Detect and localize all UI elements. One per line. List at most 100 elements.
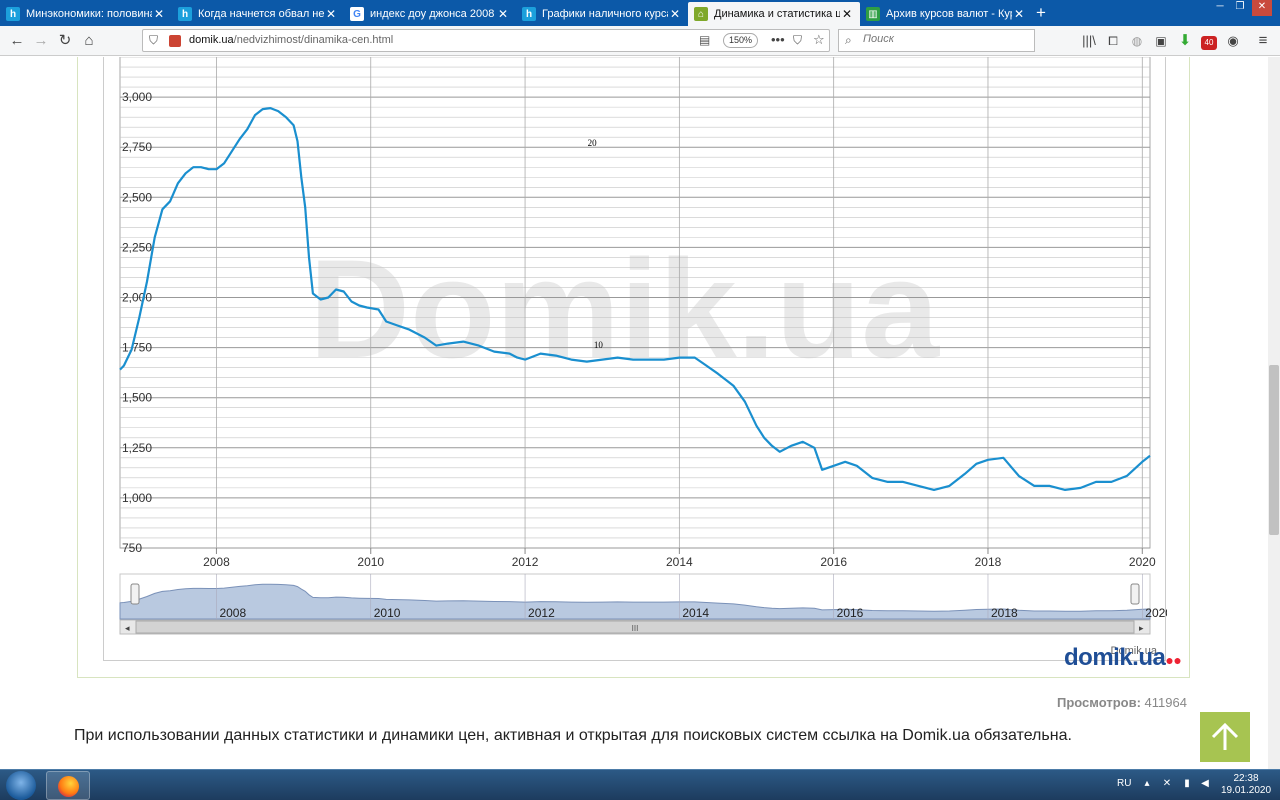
tab-title: Минэкономики: половина укр [26, 8, 152, 20]
y-tick-label: 1,500 [122, 391, 152, 405]
account-icon[interactable]: ◉ [1222, 31, 1244, 51]
browser-tab[interactable]: h Когда начнется обвал нереал✕ [172, 2, 344, 26]
sidebar-icon[interactable]: ⧠ [1102, 31, 1124, 51]
reload-button[interactable]: ↻ [54, 31, 76, 51]
scroll-right-icon[interactable]: ▸ [1139, 623, 1144, 633]
browser-tab[interactable]: ⌂ Динамика и статистика цен на✕ [688, 2, 860, 26]
x-axis: 2008 2010 2012 2014 2016 2018 2020 [203, 548, 1156, 569]
address-bar[interactable]: ⛉ domik.ua/nedvizhimost/dinamika-cen.htm… [142, 29, 830, 52]
page-scrollbar[interactable] [1268, 57, 1280, 769]
language-indicator[interactable]: RU [1117, 778, 1131, 789]
volume-icon[interactable]: ◀ [1198, 778, 1212, 792]
tab-favicon-icon: ▥ [866, 7, 880, 21]
x-tick-label: 2018 [975, 555, 1002, 569]
clock-time: 22:38 [1233, 773, 1259, 784]
search-input[interactable] [863, 33, 1023, 45]
x-tick-label: 2020 [1129, 555, 1156, 569]
logo-text: domik.ua [1064, 644, 1166, 671]
url-text[interactable]: domik.ua/nedvizhimost/dinamika-cen.html [189, 34, 393, 46]
y-tick-label: 750 [122, 541, 142, 555]
windows-taskbar: RU ▴ ✕ ▮ ◀ 22:38 19.01.2020 [0, 769, 1280, 800]
x-tick-label: 2010 [357, 555, 384, 569]
browser-tab[interactable]: h Минэкономики: половина укр✕ [0, 2, 172, 26]
x-tick-label: 2016 [820, 555, 847, 569]
pocket-icon[interactable]: ⛉ [793, 33, 802, 48]
x-tick-label: 2012 [512, 555, 539, 569]
clock-date: 19.01.2020 [1220, 785, 1272, 796]
y-tick-label: 1,250 [122, 441, 152, 455]
scroll-to-top-button[interactable] [1200, 712, 1250, 762]
arrow-up-icon [1211, 722, 1239, 750]
x-tick-label: 2014 [666, 555, 693, 569]
scroll-left-icon[interactable]: ◂ [125, 623, 130, 633]
screenshot-icon[interactable]: ▣ [1150, 31, 1172, 51]
globe-icon[interactable]: ◍ [1126, 31, 1148, 51]
reader-view-icon[interactable]: ▤ [699, 33, 710, 47]
navigation-toolbar: ← → ↻ ⌂ ⛉ domik.ua/nedvizhimost/dinamika… [0, 26, 1280, 56]
browser-tab[interactable]: h Графики наличного курса USD✕ [516, 2, 688, 26]
start-button[interactable] [6, 771, 36, 800]
domik-logo[interactable]: domik.ua●● [1064, 644, 1182, 672]
addon-badge-count: 40 [1201, 36, 1217, 50]
forward-button[interactable]: → [30, 31, 52, 51]
maximize-button[interactable]: ❐ [1230, 0, 1250, 16]
network-icon[interactable]: ✕ [1160, 778, 1174, 792]
bookmark-star-icon[interactable]: ☆ [813, 32, 825, 48]
tab-favicon-icon: ⌂ [694, 7, 708, 21]
views-label: Просмотров: [1057, 695, 1141, 710]
navigator-right-handle[interactable] [1130, 583, 1140, 605]
addon-badge[interactable]: 40 [1198, 31, 1220, 51]
tab-favicon-icon: G [350, 7, 364, 21]
y-tick-label: 1,750 [122, 341, 152, 355]
page-actions-icon[interactable]: ••• [771, 32, 785, 47]
new-tab-button[interactable]: + [1031, 3, 1051, 23]
y-tick-label: 2,500 [122, 190, 152, 204]
logo-dots-icon: ●● [1165, 652, 1182, 668]
y-tick-label: 1,000 [122, 491, 152, 505]
tab-strip: hМинэкономики: половина укр✕hКогда начне… [0, 0, 1280, 26]
signal-icon[interactable]: ▮ [1180, 778, 1194, 792]
url-domain: domik.ua [189, 34, 234, 46]
clock[interactable]: 22:38 19.01.2020 [1218, 773, 1274, 797]
page-content: Domik.ua 2008 2010 2012 2014 2016 2018 2020 75… [0, 57, 1268, 769]
tab-close-icon[interactable]: ✕ [840, 7, 854, 21]
back-button[interactable]: ← [6, 31, 28, 51]
shield-icon[interactable]: ⛉ [149, 33, 158, 48]
navigator-left-handle[interactable] [130, 583, 140, 605]
y-tick-label: 2,250 [122, 240, 152, 254]
home-icon[interactable]: ⌂ [78, 31, 100, 51]
scrollbar-grip-icon: III [632, 624, 639, 633]
search-box[interactable]: ⌕ [838, 29, 1035, 52]
chart-watermark: Domik.ua [309, 230, 940, 387]
page-scrollbar-thumb[interactable] [1269, 365, 1279, 535]
tray-expand-icon[interactable]: ▴ [1140, 778, 1154, 792]
tab-title: Архив курсов валют - Курс Укр [886, 8, 1012, 20]
close-window-button[interactable]: ✕ [1252, 0, 1272, 16]
usage-notice: При использовании данных статистики и ди… [74, 727, 1072, 744]
navigator-tick-label: 2010 [374, 606, 401, 620]
chart-annotation: 20 [588, 138, 598, 148]
tab-close-icon[interactable]: ✕ [1012, 7, 1026, 21]
minimize-button[interactable]: ─ [1210, 0, 1230, 16]
url-path: /nedvizhimost/dinamika-cen.html [233, 34, 394, 46]
chart-annotation: 10 [594, 340, 604, 350]
menu-icon[interactable]: ≡ [1252, 31, 1274, 51]
download-icon[interactable]: ⬇ [1174, 31, 1196, 51]
library-icon[interactable]: |||\ [1078, 31, 1100, 51]
firefox-taskbar-button[interactable] [46, 771, 90, 800]
navigator-tick-label: 2020 [1145, 606, 1167, 620]
tab-close-icon[interactable]: ✕ [152, 7, 166, 21]
search-icon: ⌕ [845, 33, 852, 47]
tab-close-icon[interactable]: ✕ [324, 7, 338, 21]
tab-favicon-icon: h [178, 7, 192, 21]
price-chart: Domik.ua 2008 2010 2012 2014 2016 2018 2020 75… [103, 57, 1167, 661]
navigator-tick-label: 2014 [682, 606, 709, 620]
y-tick-label: 3,000 [122, 90, 152, 104]
tab-close-icon[interactable]: ✕ [496, 7, 510, 21]
tab-close-icon[interactable]: ✕ [668, 7, 682, 21]
tab-favicon-icon: h [6, 7, 20, 21]
x-tick-label: 2008 [203, 555, 230, 569]
zoom-indicator[interactable]: 150% [723, 33, 759, 48]
browser-tab[interactable]: Gиндекс доу джонса 2008 - Пои✕ [344, 2, 516, 26]
browser-tab[interactable]: ▥ Архив курсов валют - Курс Укр✕ [860, 2, 1032, 26]
